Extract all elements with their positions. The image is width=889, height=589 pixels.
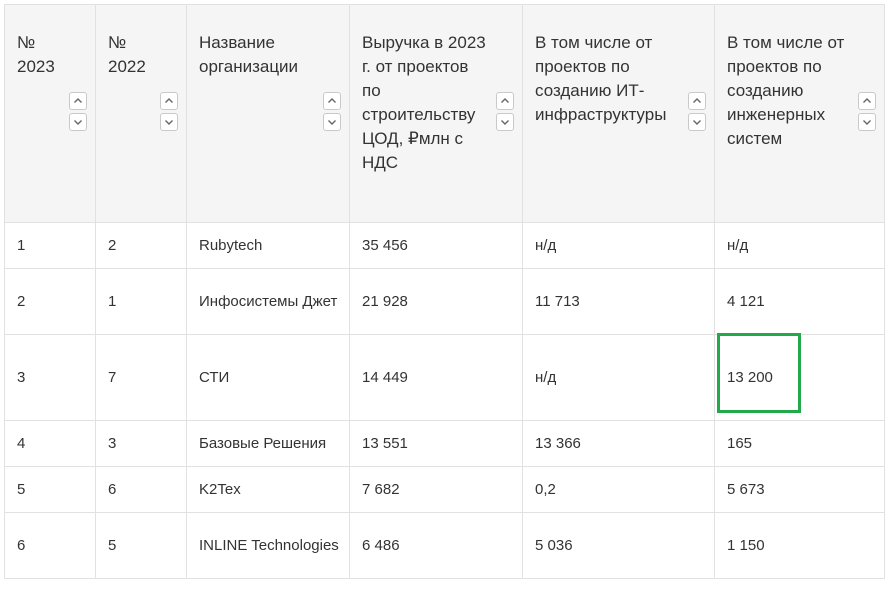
chevron-up-icon [501, 98, 509, 103]
cell-organization: K2Tex [186, 466, 350, 513]
sort-descending-button[interactable] [496, 113, 514, 131]
cell-organization: Базовые Решения [186, 420, 350, 467]
sort-descending-button[interactable] [323, 113, 341, 131]
sort-descending-button[interactable] [160, 113, 178, 131]
column-header-engineering-systems[interactable]: В том числе от проектов по созданию инже… [714, 4, 885, 223]
cell-it-infrastructure: н/д [522, 334, 715, 421]
sort-descending-button[interactable] [69, 113, 87, 131]
chevron-down-icon [328, 120, 336, 125]
highlighted-cell-engineering-systems: 13 200 [714, 333, 885, 421]
column-header-rank-2022[interactable]: № 2022 [95, 4, 187, 223]
cell-it-infrastructure: 13 366 [522, 420, 715, 467]
cell-rank-2023: 5 [4, 466, 96, 513]
cell-organization: Rubytech [186, 222, 350, 269]
cell-revenue: 7 682 [349, 466, 523, 513]
chevron-down-icon [501, 120, 509, 125]
chevron-up-icon [165, 98, 173, 103]
header-label: № 2023 [17, 33, 55, 76]
chevron-down-icon [74, 120, 82, 125]
cell-it-infrastructure: 11 713 [522, 268, 715, 335]
cell-revenue: 14 449 [349, 334, 523, 421]
sort-ascending-button[interactable] [496, 92, 514, 110]
cell-rank-2023: 4 [4, 420, 96, 467]
sort-descending-button[interactable] [858, 113, 876, 131]
header-label: В том числе от проектов по созданию инже… [727, 33, 845, 148]
cell-rank-2023: 1 [4, 222, 96, 269]
chevron-up-icon [74, 98, 82, 103]
rating-table: № 2023 № 2022 Название организации Выруч… [4, 4, 885, 579]
cell-rank-2022: 6 [95, 466, 187, 513]
cell-it-infrastructure: 5 036 [522, 512, 715, 579]
table-row: 4 3 Базовые Решения 13 551 13 366 165 [4, 420, 885, 467]
chevron-down-icon [165, 120, 173, 125]
cell-engineering-systems: 165 [714, 420, 885, 467]
cell-revenue: 13 551 [349, 420, 523, 467]
cell-it-infrastructure: 0,2 [522, 466, 715, 513]
sort-ascending-button[interactable] [69, 92, 87, 110]
chevron-up-icon [863, 98, 871, 103]
cell-organization: СТИ [186, 334, 350, 421]
cell-rank-2022: 3 [95, 420, 187, 467]
chevron-down-icon [693, 120, 701, 125]
column-header-revenue[interactable]: Выручка в 2023 г. от проектов по строите… [349, 4, 523, 223]
column-header-rank-2023[interactable]: № 2023 [4, 4, 96, 223]
header-label: Выручка в 2023 г. от проектов по строите… [362, 33, 486, 172]
cell-rank-2022: 5 [95, 512, 187, 579]
header-label: № 2022 [108, 33, 146, 76]
cell-rank-2023: 2 [4, 268, 96, 335]
cell-revenue: 6 486 [349, 512, 523, 579]
sort-ascending-button[interactable] [688, 92, 706, 110]
cell-engineering-systems: 1 150 [714, 512, 885, 579]
cell-rank-2023: 3 [4, 334, 96, 421]
table-row: 5 6 K2Tex 7 682 0,2 5 673 [4, 466, 885, 513]
sort-descending-button[interactable] [688, 113, 706, 131]
sort-ascending-button[interactable] [858, 92, 876, 110]
cell-revenue: 21 928 [349, 268, 523, 335]
cell-engineering-systems: 4 121 [714, 268, 885, 335]
header-label: Название организации [199, 33, 299, 76]
cell-engineering-systems: 5 673 [714, 466, 885, 513]
table-row: 1 2 Rubytech 35 456 н/д н/д [4, 222, 885, 269]
sort-ascending-button[interactable] [323, 92, 341, 110]
chevron-down-icon [863, 120, 871, 125]
sort-controls [160, 92, 180, 131]
chevron-up-icon [693, 98, 701, 103]
sort-ascending-button[interactable] [160, 92, 178, 110]
sort-controls [496, 92, 516, 131]
sort-controls [688, 92, 708, 131]
chevron-up-icon [328, 98, 336, 103]
cell-rank-2022: 2 [95, 222, 187, 269]
cell-rank-2023: 6 [4, 512, 96, 579]
cell-revenue: 35 456 [349, 222, 523, 269]
cell-it-infrastructure: н/д [522, 222, 715, 269]
table-row: 2 1 Инфосистемы Джет 21 928 11 713 4 121 [4, 268, 885, 335]
cell-organization: Инфосистемы Джет [186, 268, 350, 335]
cell-organization: INLINE Technologies [186, 512, 350, 579]
sort-controls [858, 92, 878, 131]
cell-engineering-systems: н/д [714, 222, 885, 269]
sort-controls [69, 92, 89, 131]
cell-rank-2022: 7 [95, 334, 187, 421]
table-row: 3 7 СТИ 14 449 н/д 13 200 [4, 333, 885, 421]
sort-controls [323, 92, 343, 131]
header-row: № 2023 № 2022 Название организации Выруч… [4, 4, 885, 223]
cell-rank-2022: 1 [95, 268, 187, 335]
column-header-organization[interactable]: Название организации [186, 4, 350, 223]
header-label: В том числе от проектов по созданию ИТ-и… [535, 33, 667, 124]
table-row: 6 5 INLINE Technologies 6 486 5 036 1 15… [4, 512, 885, 579]
column-header-it-infrastructure[interactable]: В том числе от проектов по созданию ИТ-и… [522, 4, 715, 223]
